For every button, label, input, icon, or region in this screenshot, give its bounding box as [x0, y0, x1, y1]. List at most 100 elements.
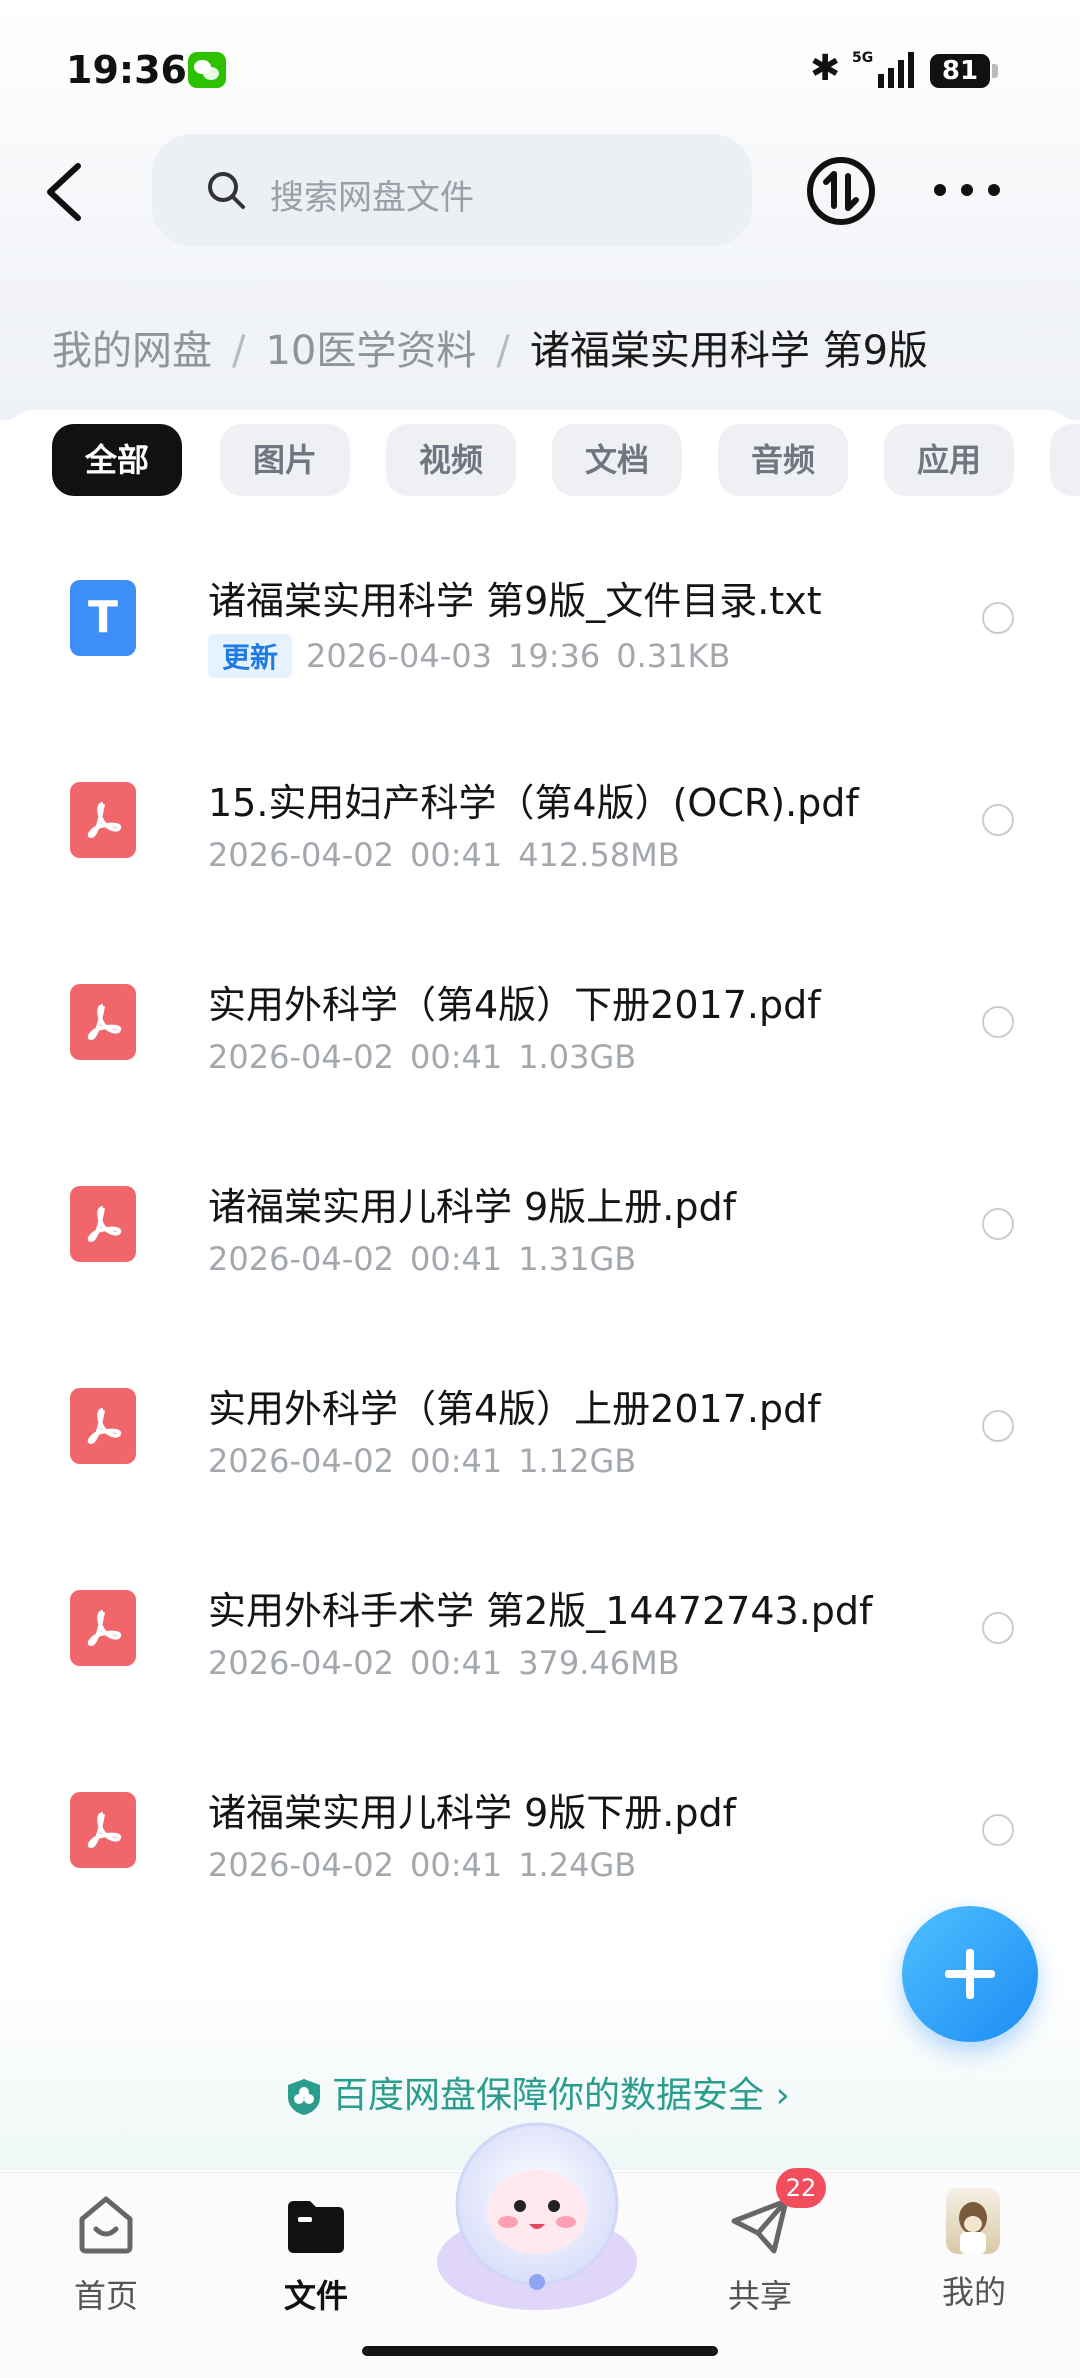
filter-tab-audio[interactable]: 音频: [718, 424, 848, 496]
mascot-icon[interactable]: [432, 2112, 642, 2312]
file-size: 1.31GB: [518, 1240, 637, 1278]
select-radio[interactable]: [982, 1208, 1014, 1240]
svg-text:5G: 5G: [852, 50, 873, 66]
battery-level: 81: [930, 54, 990, 88]
file-time: 00:41: [409, 1644, 503, 1682]
file-name: 诸福棠实用儿科学 9版上册.pdf: [208, 1185, 736, 1229]
filter-tab-apps[interactable]: 应用: [884, 424, 1014, 496]
file-row[interactable]: 15.实用妇产科学（第4版）(OCR).pdf 2026-04-02 00:41 4…: [0, 744, 1080, 946]
select-radio[interactable]: [982, 1612, 1014, 1644]
breadcrumb-current: 诸福棠实用科学 第9版: [529, 328, 929, 374]
breadcrumb-separator: /: [232, 328, 246, 374]
file-name: 15.实用妇产科学（第4版）(OCR).pdf: [208, 781, 859, 825]
breadcrumb-parent[interactable]: 10医学资料: [265, 328, 476, 374]
file-meta: 2026-04-02 00:41 1.31GB: [208, 1240, 636, 1278]
breadcrumb-root[interactable]: 我的网盘: [52, 328, 212, 374]
file-date: 2026-04-02: [208, 1240, 394, 1278]
select-radio[interactable]: [982, 602, 1014, 634]
nav-mine-label: 我的: [941, 2273, 1006, 2311]
pdf-file-icon: [70, 782, 136, 858]
signal-5g-icon: 5G: [852, 50, 914, 88]
file-size: 379.46MB: [518, 1644, 680, 1682]
file-time: 00:41: [409, 1038, 503, 1076]
chevron-right-icon: ›: [775, 2075, 790, 2116]
filter-tab-more[interactable]: [1050, 424, 1080, 496]
avatar[interactable]: [946, 2188, 1000, 2254]
add-button[interactable]: [902, 1906, 1038, 2042]
filter-tab-all[interactable]: 全部: [52, 424, 182, 496]
file-time: 00:41: [409, 836, 503, 874]
nav-files[interactable]: 文件: [246, 2193, 386, 2317]
pdf-file-icon: [70, 1590, 136, 1666]
file-time: 19:36: [507, 637, 601, 675]
bluetooth-icon: ✱: [810, 48, 841, 89]
file-row[interactable]: 实用外科手术学 第2版_14472743.pdf 2026-04-02 00:41…: [0, 1552, 1080, 1754]
share-badge: 22: [776, 2168, 826, 2208]
security-text: 百度网盘保障你的数据安全: [332, 2075, 765, 2116]
search-placeholder: 搜索网盘文件: [270, 178, 474, 218]
file-date: 2026-04-02: [208, 1846, 394, 1884]
nav-files-label: 文件: [283, 2277, 348, 2315]
select-radio[interactable]: [982, 1410, 1014, 1442]
file-meta: 2026-04-02 00:41 379.46MB: [208, 1644, 680, 1682]
pdf-file-icon: [70, 1186, 136, 1262]
filter-tab-images[interactable]: 图片: [220, 424, 350, 496]
file-name: 诸福棠实用儿科学 9版下册.pdf: [208, 1791, 736, 1835]
file-size: 1.12GB: [518, 1442, 637, 1480]
file-meta: 2026-04-02 00:41 1.03GB: [208, 1038, 636, 1076]
file-time: 00:41: [409, 1442, 503, 1480]
file-row[interactable]: 实用外科学（第4版）上册2017.pdf 2026-04-02 00:41 1.12…: [0, 1350, 1080, 1552]
more-options-icon[interactable]: [930, 170, 1004, 210]
status-bar: 19:36 ✱ 5G 81: [0, 0, 1080, 140]
select-radio[interactable]: [982, 1814, 1014, 1846]
security-link[interactable]: 百度网盘保障你的数据安全 ›: [286, 2066, 790, 2118]
file-row[interactable]: T 诸福棠实用科学 第9版_文件目录.txt 更新 2026-04-03 19:36…: [0, 542, 1080, 744]
file-name: 诸福棠实用科学 第9版_文件目录.txt: [208, 579, 822, 623]
file-date: 2026-04-02: [208, 1038, 394, 1076]
filter-tab-documents[interactable]: 文档: [552, 424, 682, 496]
status-time: 19:36: [66, 48, 187, 92]
file-meta: 2026-04-02 00:41 1.24GB: [208, 1846, 636, 1884]
breadcrumb-separator: /: [496, 328, 510, 374]
file-meta: 2026-04-02 00:41 412.58MB: [208, 836, 680, 874]
filter-tab-videos[interactable]: 视频: [386, 424, 516, 496]
file-time: 00:41: [409, 1846, 503, 1884]
nav-share-label: 共享: [727, 2277, 792, 2315]
file-name: 实用外科手术学 第2版_14472743.pdf: [208, 1589, 873, 1633]
file-date: 2026-04-02: [208, 1644, 394, 1682]
file-size: 412.58MB: [518, 836, 680, 874]
pdf-file-icon: [70, 1792, 136, 1868]
file-size: 1.24GB: [518, 1846, 637, 1884]
file-row[interactable]: 诸福棠实用儿科学 9版上册.pdf 2026-04-02 00:41 1.31GB: [0, 1148, 1080, 1350]
file-date: 2026-04-02: [208, 836, 394, 874]
file-meta: 2026-04-02 00:41 1.12GB: [208, 1442, 636, 1480]
nav-home-label: 首页: [73, 2277, 138, 2315]
file-size: 0.31KB: [616, 637, 731, 675]
back-arrow-icon[interactable]: [40, 160, 96, 224]
search-bar[interactable]: 搜索网盘文件: [152, 134, 752, 246]
shield-icon: [288, 2079, 320, 2115]
search-icon: [208, 172, 245, 209]
file-date: 2026-04-03: [306, 637, 492, 675]
file-name: 实用外科学（第4版）下册2017.pdf: [208, 983, 821, 1027]
txt-file-icon: T: [70, 580, 136, 656]
file-size: 1.03GB: [518, 1038, 637, 1076]
file-meta: 更新 2026-04-03 19:36 0.31KB: [208, 634, 730, 678]
transfer-sort-icon[interactable]: [806, 156, 876, 226]
nav-home[interactable]: 首页: [36, 2193, 176, 2317]
home-indicator: [362, 2346, 718, 2356]
select-radio[interactable]: [982, 1006, 1014, 1038]
pdf-file-icon: [70, 1388, 136, 1464]
select-radio[interactable]: [982, 804, 1014, 836]
file-time: 00:41: [409, 1240, 503, 1278]
nav-share[interactable]: 共享: [690, 2193, 830, 2317]
update-badge: 更新: [208, 634, 293, 678]
breadcrumb: 我的网盘 / 10医学资料 / 诸福棠实用科学 第9版: [52, 318, 928, 376]
folder-icon: [288, 2201, 344, 2253]
file-row[interactable]: 实用外科学（第4版）下册2017.pdf 2026-04-02 00:41 1.03…: [0, 946, 1080, 1148]
wechat-icon: [188, 52, 226, 88]
file-name: 实用外科学（第4版）上册2017.pdf: [208, 1387, 821, 1431]
file-date: 2026-04-02: [208, 1442, 394, 1480]
file-row[interactable]: 诸福棠实用儿科学 9版下册.pdf 2026-04-02 00:41 1.24GB: [0, 1754, 1080, 1956]
battery-tip: [992, 64, 998, 78]
